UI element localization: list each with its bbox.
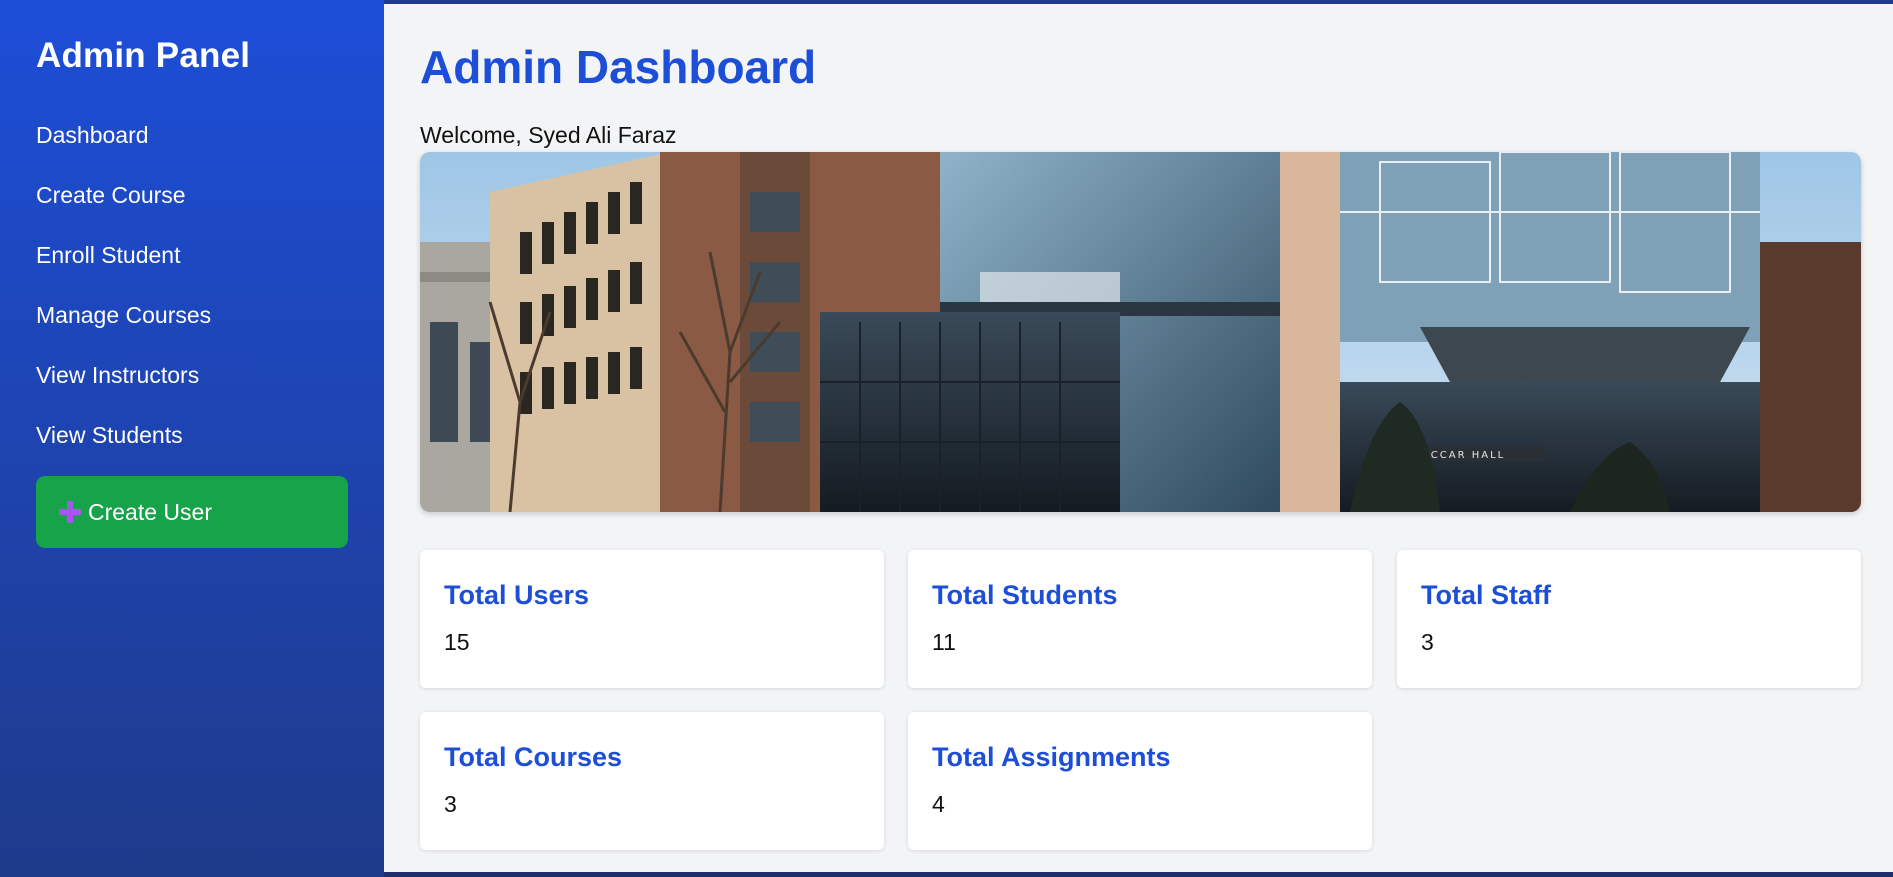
stat-card-title: Total Users: [444, 580, 590, 610]
stat-card-title: Total Courses: [444, 742, 623, 772]
stat-card-value: 11: [932, 629, 956, 655]
sidebar-nav: Dashboard Create Course Enroll Student M…: [36, 118, 348, 478]
stat-card-title: Total Assignments: [932, 742, 1171, 772]
sidebar-item-create-course[interactable]: Create Course: [36, 178, 348, 238]
stat-card-value: 3: [444, 791, 457, 817]
sidebar-item-dashboard[interactable]: Dashboard: [36, 118, 348, 178]
campus-building-illustration: PACCAR HALL: [420, 152, 1861, 512]
stat-card-value: 15: [444, 629, 470, 655]
sidebar-item-enroll-student[interactable]: Enroll Student: [36, 238, 348, 298]
sidebar-title: Admin Panel: [36, 36, 251, 75]
stat-card-title: Total Students: [932, 580, 1118, 610]
stat-card-title: Total Staff: [1421, 580, 1551, 610]
stat-card-total-students: Total Students 11: [908, 550, 1372, 688]
stat-card-total-users: Total Users 15: [420, 550, 884, 688]
stat-card-total-courses: Total Courses 3: [420, 712, 884, 850]
bottom-edge: [384, 872, 1893, 877]
sidebar-item-manage-courses[interactable]: Manage Courses: [36, 298, 348, 358]
stat-card-value: 3: [1421, 629, 1434, 655]
create-user-label: Create User: [88, 498, 212, 525]
sidebar-item-view-instructors[interactable]: View Instructors: [36, 358, 348, 418]
sidebar: Admin Panel Dashboard Create Course Enro…: [0, 0, 384, 877]
main-content: Admin Dashboard Welcome, Syed Ali Faraz: [384, 4, 1893, 872]
stat-card-total-assignments: Total Assignments 4: [908, 712, 1372, 850]
sidebar-item-view-students[interactable]: View Students: [36, 418, 348, 478]
page-title: Admin Dashboard: [420, 41, 817, 93]
create-user-button[interactable]: Create User: [36, 476, 348, 548]
welcome-message: Welcome, Syed Ali Faraz: [420, 122, 677, 148]
plus-icon: [58, 500, 82, 524]
stat-card-value: 4: [932, 791, 945, 817]
stat-card-total-staff: Total Staff 3: [1397, 550, 1861, 688]
campus-building-image: PACCAR HALL: [420, 152, 1861, 512]
